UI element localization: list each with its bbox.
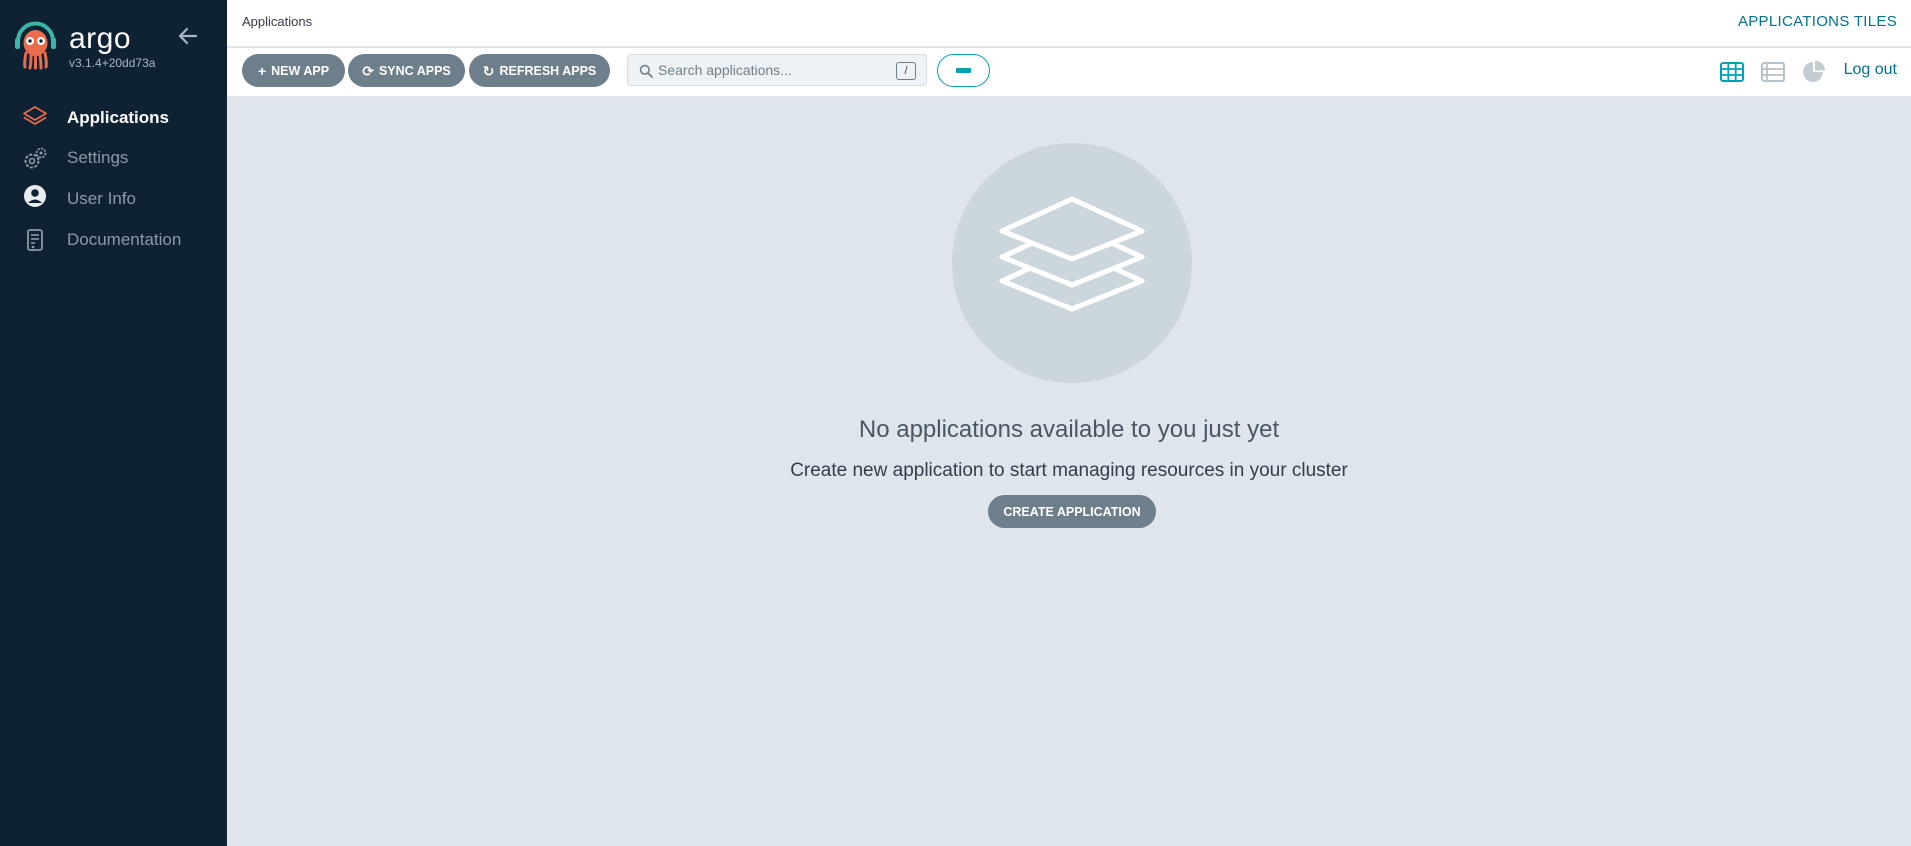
sidebar-item-settings[interactable]: Settings <box>0 139 227 177</box>
user-circle-icon <box>24 185 46 207</box>
logout-link[interactable]: Log out <box>1844 61 1897 79</box>
search-box: / <box>627 54 927 86</box>
refresh-apps-button[interactable]: ↻ REFRESH APPS <box>469 54 610 87</box>
empty-state-subtitle: Create new application to start managing… <box>790 460 1348 481</box>
empty-state-illustration <box>952 143 1192 383</box>
sidebar-item-user-info[interactable]: User Info <box>0 177 227 221</box>
sync-apps-label: SYNC APPS <box>378 63 451 78</box>
plus-icon: + <box>257 62 267 79</box>
sidebar-item-applications[interactable]: Applications <box>0 97 227 139</box>
pie-chart-view-icon[interactable] <box>1801 59 1827 85</box>
app-version: v3.1.4+20dd73a <box>69 56 156 70</box>
sidebar-item-label: Settings <box>67 148 129 167</box>
sidebar: argo v3.1.4+20dd73a Applications Setting… <box>0 0 227 846</box>
toolbar: + NEW APP ⟳ SYNC APPS ↻ REFRESH APPS / <box>227 48 1911 97</box>
create-application-button[interactable]: CREATE APPLICATION <box>988 495 1156 528</box>
search-input[interactable] <box>658 59 878 81</box>
layers-icon <box>999 196 1145 312</box>
list-view-icon[interactable] <box>1760 59 1786 85</box>
sync-apps-button[interactable]: ⟳ SYNC APPS <box>348 54 465 87</box>
gears-icon <box>24 147 47 169</box>
breadcrumb[interactable]: Applications <box>242 14 312 29</box>
sidebar-item-label: Applications <box>67 108 170 127</box>
refresh-icon: ↻ <box>482 62 495 79</box>
refresh-apps-label: REFRESH APPS <box>499 63 597 78</box>
sidebar-item-label: Documentation <box>67 230 182 249</box>
sidebar-nav: Applications Settings User Info Document… <box>0 97 227 259</box>
search-icon <box>639 64 653 78</box>
page-title: APPLICATIONS TILES <box>1737 13 1897 30</box>
search-shortcut-key: / <box>896 62 916 80</box>
sidebar-item-documentation[interactable]: Documentation <box>0 221 227 259</box>
filter-toggle-button[interactable] <box>937 54 990 87</box>
new-app-button[interactable]: + NEW APP <box>242 54 345 87</box>
top-bar: Applications APPLICATIONS TILES <box>227 0 1911 47</box>
argo-logo <box>15 20 56 70</box>
filter-bar-icon <box>956 68 971 73</box>
sidebar-item-label: User Info <box>67 189 136 208</box>
book-icon <box>27 229 43 251</box>
new-app-label: NEW APP <box>271 63 330 78</box>
collapse-sidebar-arrow-icon[interactable] <box>176 24 200 48</box>
sync-icon: ⟳ <box>362 62 374 79</box>
brand-name: argo <box>69 22 132 55</box>
empty-state-title: No applications available to you just ye… <box>858 416 1280 443</box>
layers-icon <box>23 106 47 125</box>
tiles-view-icon[interactable] <box>1719 59 1745 85</box>
